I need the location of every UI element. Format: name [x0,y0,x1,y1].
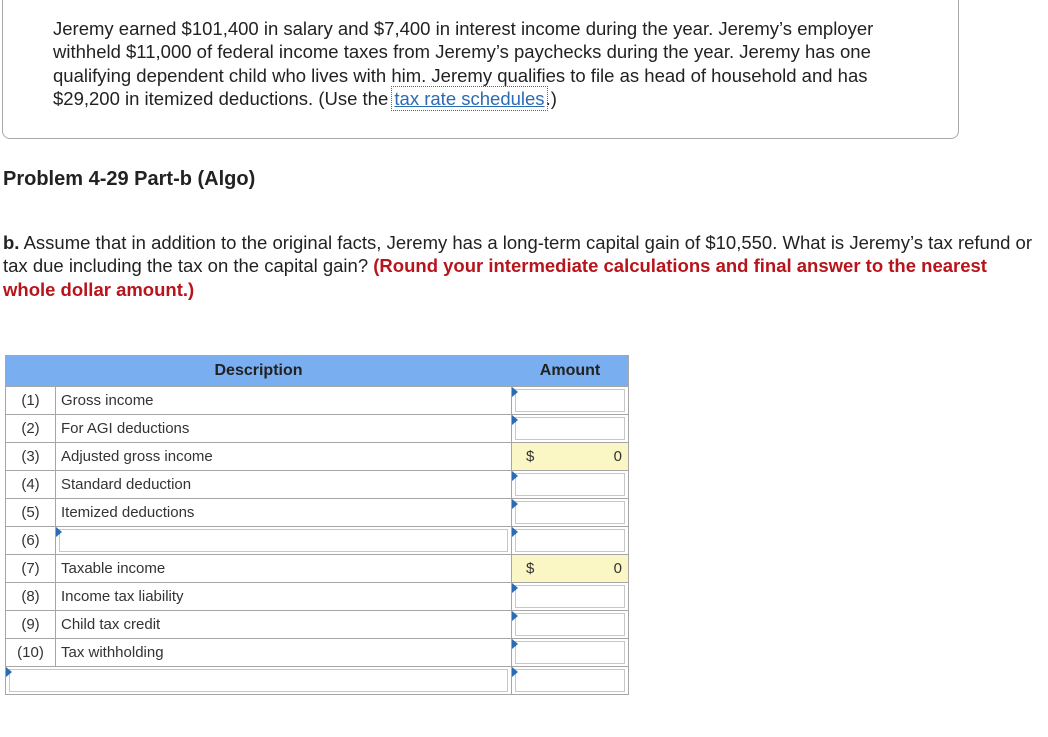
amount-input[interactable] [515,529,626,552]
row-label: Taxable income [54,554,513,583]
amount-input[interactable] [515,417,626,440]
final-amount-input[interactable] [515,669,626,692]
flag-icon [512,415,519,425]
flag-icon [512,583,519,593]
amount-cell: $0 [511,442,630,471]
flag-icon [512,387,519,397]
final-description-cell [4,666,513,695]
table-row: (5) Itemized deductions [5,498,630,527]
table-row: (3) Adjusted gross income $0 [5,442,630,471]
row-number: (5) [5,498,56,527]
flag-icon [512,471,519,481]
row-number: (2) [5,414,56,443]
amount-input[interactable] [515,585,626,608]
description-header: Description [4,355,513,387]
amount-cell [511,526,630,555]
row-number: (4) [5,470,56,499]
flag-icon [512,667,519,677]
table-row: (6) [5,526,630,555]
table-row: (10) Tax withholding [5,638,630,667]
currency-symbol: $ [526,560,535,577]
flag-icon [512,639,519,649]
amount-cell: $0 [511,554,630,583]
amount-input[interactable] [515,389,626,412]
tax-rate-schedules-link[interactable]: tax rate schedules [391,85,548,111]
amount-cell [511,386,630,415]
row-number: (9) [5,610,56,639]
table-header-row: Description Amount [4,355,630,387]
row-label: Gross income [54,386,513,415]
row-label: Standard deduction [54,470,513,499]
amount-header: Amount [511,355,630,387]
table-row: (1) Gross income [5,386,630,415]
flag-icon [512,527,519,537]
table-row: (9) Child tax credit [5,610,630,639]
final-description-input[interactable] [9,669,509,692]
question-label: b. [3,232,20,253]
amount-input[interactable] [515,473,626,496]
facts-text: Jeremy earned $101,400 in salary and $7,… [53,17,933,111]
final-amount-cell [511,666,630,695]
flag-icon [512,611,519,621]
amount-cell [511,498,630,527]
amount-cell [511,638,630,667]
facts-text-part2: .) [545,87,557,109]
problem-title: Problem 4-29 Part-b (Algo) [3,168,256,190]
row-number: (1) [5,386,56,415]
row-label: Child tax credit [54,610,513,639]
amount-cell [511,414,630,443]
row-label: Tax withholding [54,638,513,667]
question: b. Assume that in addition to the origin… [3,231,1033,301]
row-label: Itemized deductions [54,498,513,527]
computed-amount: 0 [613,448,623,465]
row-number: (3) [5,442,56,471]
flag-icon [512,499,519,509]
row-number: (6) [5,526,56,555]
row-label: Adjusted gross income [54,442,513,471]
amount-input[interactable] [515,613,626,636]
amount-cell [511,582,630,611]
table-row: (2) For AGI deductions [5,414,630,443]
table-row: (8) Income tax liability [5,582,630,611]
row-label: For AGI deductions [54,414,513,443]
amount-cell [511,610,630,639]
table-row: (7) Taxable income $0 [5,554,630,583]
table-row-final [4,666,630,695]
row-number: (8) [5,582,56,611]
row-number: (7) [5,554,56,583]
currency-symbol: $ [526,448,535,465]
amount-input[interactable] [515,501,626,524]
tax-computation-table: Description Amount (1) Gross income (2) For… [4,355,630,695]
flag-icon [6,667,12,677]
amount-input[interactable] [515,641,626,664]
row-label: Income tax liability [54,582,513,611]
row-label-cell [54,526,513,555]
row-label-input[interactable] [59,529,509,552]
computed-amount: 0 [613,560,623,577]
row-number: (10) [5,638,56,667]
amount-cell [511,470,630,499]
flag-icon [56,527,62,537]
table-row: (4) Standard deduction [5,470,630,499]
